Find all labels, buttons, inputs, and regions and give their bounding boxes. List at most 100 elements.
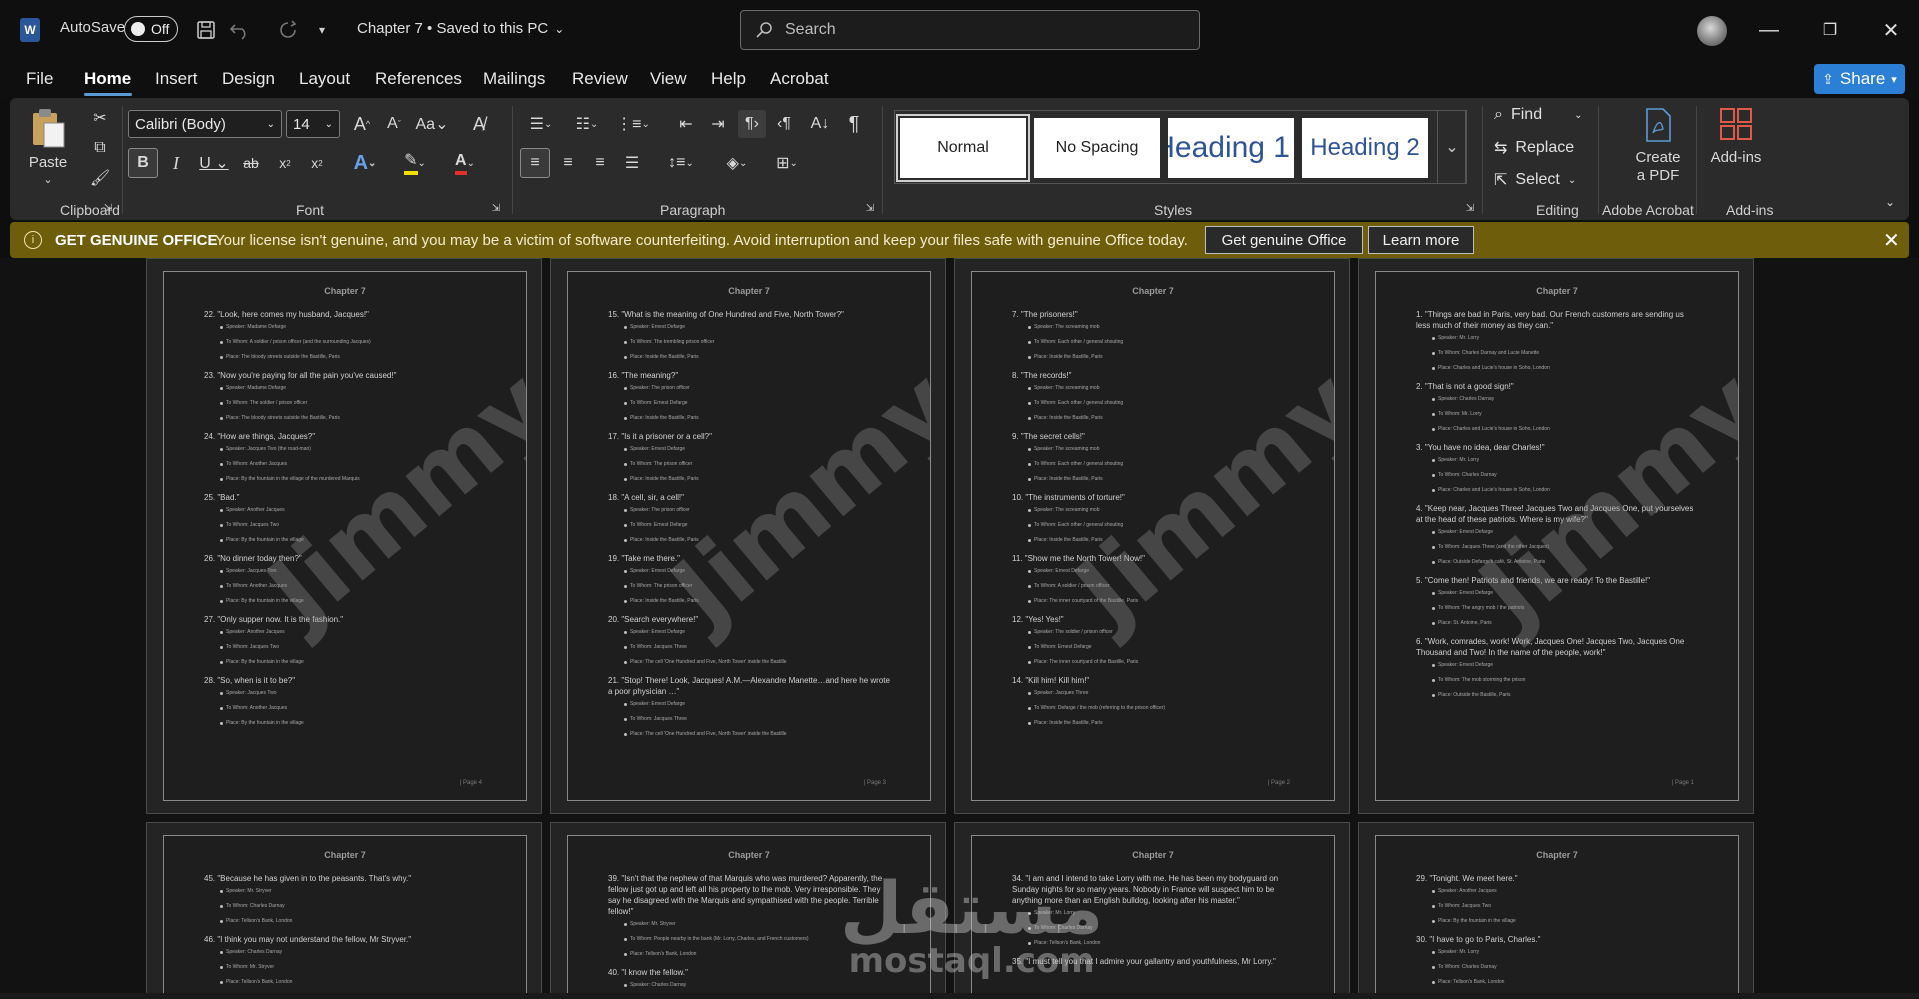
tab-design[interactable]: Design — [222, 69, 275, 89]
page-footer: | Page 3 — [863, 780, 886, 786]
save-icon[interactable] — [192, 16, 220, 44]
page-header: Chapter 7 — [1132, 850, 1174, 860]
numbering-icon[interactable]: ☷ ⌄ — [566, 110, 608, 138]
bullet-detail: To Whom: Each other / general shouting — [1028, 396, 1294, 411]
dialog-launcher-icon[interactable]: ⇲ — [1464, 202, 1476, 214]
addins-label[interactable]: Add-ins — [1706, 148, 1766, 166]
bullets-icon[interactable]: ☰ ⌄ — [520, 110, 562, 138]
search-input[interactable]: Search — [740, 10, 1200, 50]
share-button[interactable]: ⇪ Share ▾ — [1814, 64, 1905, 94]
align-right-icon[interactable]: ≡ — [586, 148, 614, 178]
style-no-spacing[interactable]: No Spacing — [1034, 118, 1160, 178]
learn-more-button[interactable]: Learn more — [1368, 226, 1474, 254]
tab-acrobat[interactable]: Acrobat — [770, 69, 829, 89]
multilevel-list-icon[interactable]: ⋮≡ ⌄ — [612, 110, 654, 138]
increase-indent-icon[interactable]: ⇥ — [704, 110, 732, 138]
highlight-icon[interactable]: ✎ ⌄ — [394, 148, 436, 178]
style-normal[interactable]: Normal — [896, 114, 1030, 182]
tab-help[interactable]: Help — [711, 69, 746, 89]
tab-home[interactable]: Home — [84, 69, 131, 89]
document-page[interactable]: Chapter 7 29. "Tonight. We meet here." Spe… — [1375, 835, 1739, 999]
sort-icon[interactable]: A↓ — [806, 110, 834, 138]
minimize-button[interactable]: — — [1746, 14, 1792, 46]
bullet-detail: To Whom: Charles Darnay — [220, 899, 486, 914]
dialog-launcher-icon[interactable]: ⇲ — [102, 202, 114, 214]
redo-icon[interactable] — [274, 16, 302, 44]
dialog-launcher-icon[interactable]: ⇲ — [864, 202, 876, 214]
document-page[interactable]: Chapter 7 45. "Because he has given in to… — [163, 835, 527, 999]
tab-insert[interactable]: Insert — [155, 69, 198, 89]
share-label: Share — [1839, 69, 1886, 88]
show-formatting-icon[interactable]: ¶ — [840, 110, 868, 138]
bullet-detail: Speaker: The screaming mob — [1028, 442, 1294, 457]
rtl-icon[interactable]: ‹¶ — [770, 110, 798, 138]
text-effects-icon[interactable]: A ⌄ — [344, 148, 386, 178]
format-painter-icon[interactable]: 🖌 — [88, 166, 112, 190]
style-heading-1[interactable]: Heading 1 — [1168, 118, 1294, 178]
tab-references[interactable]: References — [375, 69, 462, 89]
styles-more-icon[interactable]: ⌄ — [1437, 110, 1467, 184]
tab-layout[interactable]: Layout — [299, 69, 350, 89]
addins-icon[interactable] — [1718, 106, 1754, 142]
style-heading-2[interactable]: Heading 2 — [1302, 118, 1428, 178]
customize-qat-icon[interactable]: ▾ — [308, 16, 336, 44]
copy-icon[interactable]: ⧉ — [88, 136, 112, 160]
document-page[interactable]: Chapter 7 1. "Things are bad in Paris, ve… — [1375, 271, 1739, 801]
word-logo-icon: W — [20, 18, 40, 42]
align-left-icon[interactable]: ≡ — [520, 148, 550, 178]
create-pdf-icon[interactable] — [1640, 106, 1676, 144]
font-size-dropdown[interactable]: 14 ⌄ — [286, 110, 340, 138]
shading-icon[interactable]: ◈ ⌄ — [716, 148, 758, 178]
info-icon: i — [24, 231, 42, 249]
line-spacing-icon[interactable]: ↕≡ ⌄ — [660, 148, 702, 178]
document-page[interactable]: Chapter 7 22. "Look, here comes my husban… — [163, 271, 527, 801]
grow-font-icon[interactable]: A ^ — [348, 110, 376, 138]
change-case-icon[interactable]: Aa⌄ — [412, 110, 452, 138]
font-color-icon[interactable]: A ⌄ — [444, 148, 486, 178]
font-name-dropdown[interactable]: Calibri (Body) ⌄ — [128, 110, 282, 138]
create-pdf-label-2[interactable]: a PDF — [1620, 166, 1696, 184]
decrease-indent-icon[interactable]: ⇤ — [672, 110, 700, 138]
find-button[interactable]: ⌕ Find ⌄ — [1494, 106, 1582, 124]
dialog-launcher-icon[interactable]: ⇲ — [490, 202, 502, 214]
get-genuine-office-button[interactable]: Get genuine Office — [1205, 226, 1363, 254]
document-page[interactable]: Chapter 7 15. "What is the meaning of One… — [567, 271, 931, 801]
tab-view[interactable]: View — [650, 69, 687, 89]
horizontal-scrollbar[interactable] — [0, 993, 1919, 999]
tab-mailings[interactable]: Mailings — [483, 69, 545, 89]
select-button[interactable]: ⇱ Select ⌄ — [1494, 170, 1576, 190]
create-pdf-label-1[interactable]: Create — [1620, 148, 1696, 166]
page-footer: | Page 1 — [1671, 780, 1694, 786]
bold-icon[interactable]: B — [128, 148, 158, 178]
shrink-font-icon[interactable]: Aˇ — [380, 110, 408, 138]
chevron-down-icon[interactable]: ⌄ — [40, 172, 56, 186]
strikethrough-icon[interactable]: ab — [236, 148, 266, 178]
page-body: 7. "The prisoners!" Speaker: The screamin… — [1012, 304, 1294, 731]
ltr-icon[interactable]: ¶› — [738, 110, 766, 138]
document-title[interactable]: Chapter 7 • Saved to this PC ⌄ — [357, 20, 564, 37]
bullet-detail: Speaker: Another Jacques — [1432, 884, 1698, 899]
close-button[interactable]: ✕ — [1868, 14, 1914, 46]
italic-icon[interactable]: I — [162, 148, 190, 178]
align-center-icon[interactable]: ≡ — [554, 148, 582, 178]
restore-button[interactable]: ❐ — [1807, 14, 1853, 46]
clear-formatting-icon[interactable]: A̸ — [465, 110, 493, 138]
avatar[interactable] — [1697, 16, 1727, 46]
superscript-icon[interactable]: x2 — [302, 148, 332, 178]
borders-icon[interactable]: ⊞ ⌄ — [766, 148, 808, 178]
justify-icon[interactable]: ☰ — [618, 148, 646, 178]
cut-icon[interactable]: ✂ — [88, 106, 112, 130]
document-area[interactable]: Chapter 7 22. "Look, here comes my husban… — [0, 258, 1919, 999]
tab-file[interactable]: File — [26, 69, 53, 89]
underline-icon[interactable]: U ⌄ — [194, 148, 234, 178]
tab-review[interactable]: Review — [572, 69, 628, 89]
paste-label[interactable]: Paste — [24, 152, 72, 172]
document-page[interactable]: Chapter 7 7. "The prisoners!" Speaker: The… — [971, 271, 1335, 801]
paste-icon[interactable] — [28, 106, 68, 150]
close-icon[interactable]: ✕ — [1883, 228, 1900, 253]
undo-icon[interactable] — [226, 16, 254, 44]
subscript-icon[interactable]: x2 — [270, 148, 300, 178]
autosave-toggle[interactable]: Off — [124, 16, 178, 42]
replace-button[interactable]: ⇆ Replace — [1494, 138, 1574, 158]
collapse-ribbon-icon[interactable]: ⌄ — [1882, 194, 1898, 210]
